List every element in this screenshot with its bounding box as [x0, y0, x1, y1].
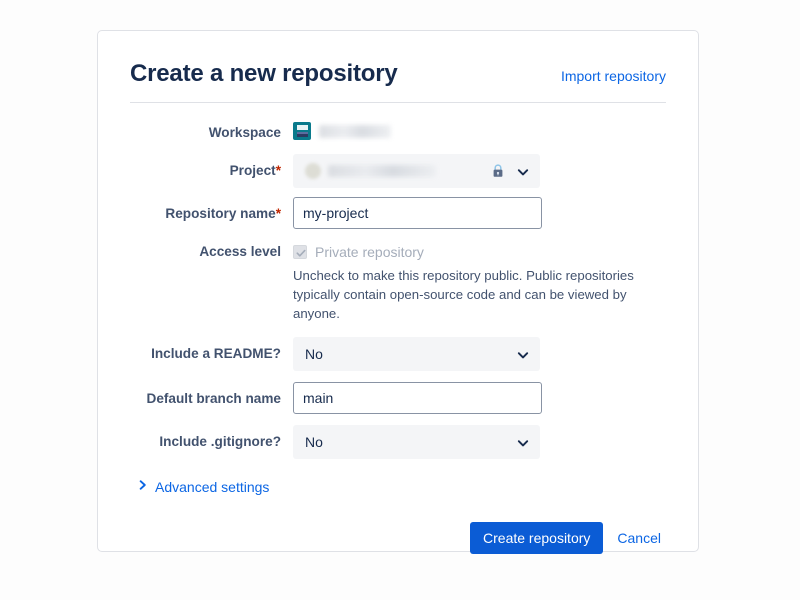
include-gitignore-select[interactable]: No [293, 425, 540, 459]
default-branch-row: Default branch name [130, 382, 666, 414]
cancel-link[interactable]: Cancel [617, 530, 661, 546]
page-background: Create a new repository Import repositor… [0, 0, 800, 600]
include-readme-value: No [305, 346, 323, 362]
include-readme-field: No [293, 337, 666, 371]
include-gitignore-label: Include .gitignore? [130, 425, 293, 452]
chevron-right-icon [138, 478, 148, 496]
repository-name-field [293, 197, 666, 229]
private-repository-checkbox[interactable] [293, 245, 307, 259]
workspace-avatar-icon [293, 122, 311, 140]
project-select[interactable] [293, 154, 540, 188]
project-label-text: Project [230, 163, 276, 178]
repository-name-required-marker: * [276, 206, 281, 221]
workspace-row: Workspace [130, 119, 666, 145]
lock-icon [491, 164, 505, 179]
project-avatar-icon [305, 163, 321, 179]
create-repository-button[interactable]: Create repository [470, 522, 603, 554]
default-branch-field [293, 382, 666, 414]
import-repository-link[interactable]: Import repository [561, 66, 666, 86]
project-row: Project* [130, 154, 666, 188]
access-level-help-line-2: typically contain open-source code and c… [293, 287, 627, 321]
include-gitignore-field: No [293, 425, 666, 459]
repository-name-label-text: Repository name [165, 206, 275, 221]
workspace-label: Workspace [130, 119, 293, 143]
default-branch-label: Default branch name [130, 382, 293, 409]
create-repository-card: Create a new repository Import repositor… [97, 30, 699, 552]
form-actions: Create repository Cancel [130, 522, 666, 554]
create-repository-form: Workspace Project* [98, 103, 698, 554]
include-gitignore-row: Include .gitignore? No [130, 425, 666, 459]
advanced-settings-toggle[interactable]: Advanced settings [138, 477, 269, 497]
chevron-down-icon [517, 348, 529, 360]
repository-name-row: Repository name* [130, 197, 666, 229]
chevron-down-icon [517, 436, 529, 448]
advanced-settings-label: Advanced settings [155, 477, 269, 497]
include-gitignore-value: No [305, 434, 323, 450]
card-header: Create a new repository Import repositor… [98, 31, 698, 89]
default-branch-input[interactable] [293, 382, 542, 414]
access-level-field: Private repository Uncheck to make this … [293, 238, 666, 323]
access-level-help-line-1: Uncheck to make this repository public. … [293, 268, 634, 283]
project-name-redacted [328, 165, 436, 177]
private-repository-checkbox-row[interactable]: Private repository [293, 238, 666, 261]
include-readme-select[interactable]: No [293, 337, 540, 371]
workspace-value [293, 119, 666, 140]
include-readme-row: Include a README? No [130, 337, 666, 371]
include-readme-label: Include a README? [130, 337, 293, 364]
project-field [293, 154, 666, 188]
repository-name-label: Repository name* [130, 197, 293, 224]
access-level-label: Access level [130, 238, 293, 262]
repository-name-input[interactable] [293, 197, 542, 229]
checkmark-icon [295, 247, 307, 259]
workspace-field [293, 119, 666, 140]
chevron-down-icon [517, 165, 529, 177]
project-required-marker: * [276, 163, 281, 178]
page-title: Create a new repository [130, 59, 398, 89]
private-repository-label: Private repository [315, 243, 424, 261]
access-level-row: Access level Private repository Uncheck … [130, 238, 666, 323]
workspace-name-redacted [319, 125, 391, 138]
access-level-help-text: Uncheck to make this repository public. … [293, 266, 653, 323]
project-label: Project* [130, 154, 293, 181]
